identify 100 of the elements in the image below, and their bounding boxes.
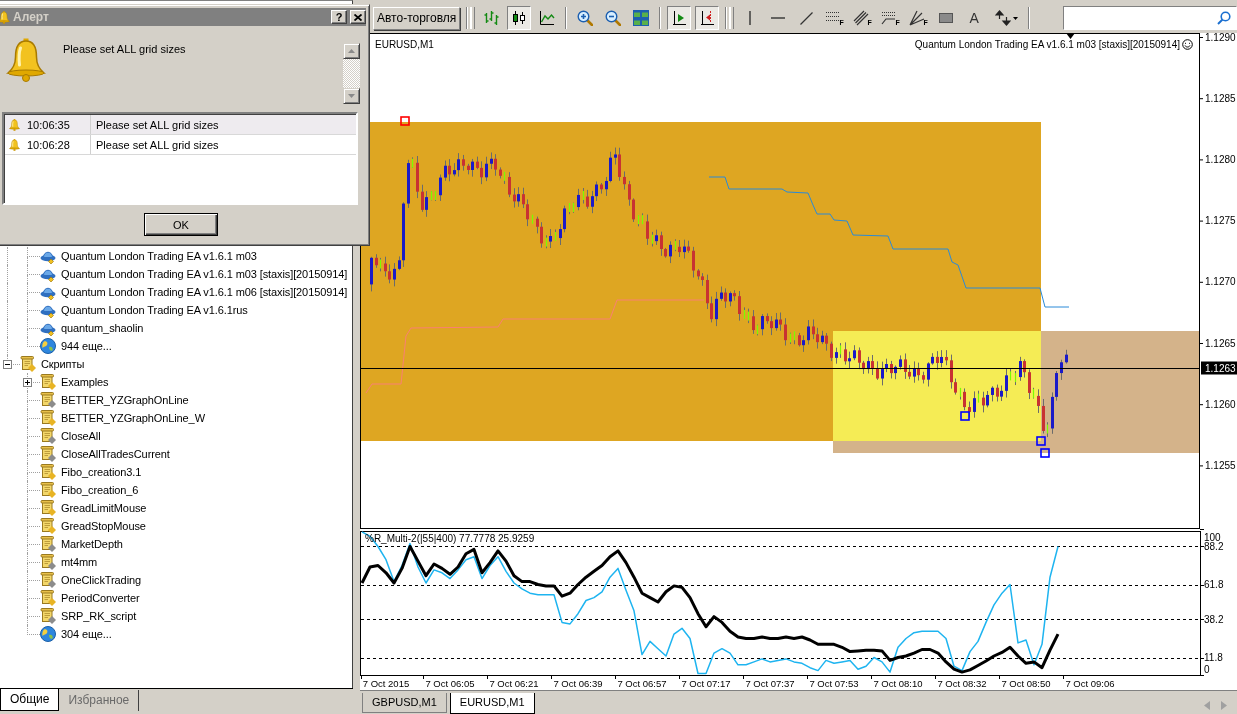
tree-item[interactable]: Fibo_creation_6 <box>61 484 139 496</box>
price-label: 1.1265 <box>1205 337 1236 349</box>
axis-label: 61.8 <box>1204 579 1224 591</box>
log-time: 10:06:28 <box>27 138 70 151</box>
tab[interactable]: Избранное <box>59 690 140 711</box>
tree-item[interactable]: Quantum London Trading EA v1.6.1rus <box>61 304 248 316</box>
tree-item[interactable]: mt4mm <box>61 556 98 568</box>
log-time: 10:06:35 <box>27 118 70 131</box>
close-icon <box>354 13 362 21</box>
axis-marker-icon <box>699 10 716 26</box>
search-icon <box>1217 11 1231 25</box>
line-chart-icon <box>539 10 556 26</box>
time-label: 7 Oct 07:37 <box>745 677 795 689</box>
toolbar-button[interactable] <box>695 6 720 30</box>
tree-item[interactable]: Quantum London Trading EA v1.6.1 m03 [staxis][20150914] <box>61 268 348 280</box>
tree-item[interactable]: PeriodConverter <box>61 592 140 604</box>
toolbar-button[interactable] <box>507 6 532 30</box>
scroll-down-button[interactable] <box>343 88 360 104</box>
tree-item[interactable]: 944 еще... <box>61 340 112 352</box>
play-arrow-icon <box>671 10 688 26</box>
ok-button[interactable]: OK <box>144 213 218 236</box>
alert-message: Please set ALL grid sizes <box>63 43 187 55</box>
log-message: Please set ALL grid sizes <box>95 137 220 153</box>
time-label: 7 Oct 06:39 <box>553 677 603 689</box>
rectangle-icon <box>939 13 954 23</box>
tab[interactable]: Общие <box>0 689 60 711</box>
log-row[interactable]: 10:06:28 Please set ALL grid sizes <box>5 135 356 155</box>
price-label: 1.1255 <box>1205 459 1236 471</box>
bell-icon <box>9 138 20 151</box>
log-message: Please set ALL grid sizes <box>95 117 220 133</box>
tree-item[interactable]: CloseAllTradesCurrent <box>61 448 170 460</box>
time-label: 7 Oct 07:53 <box>809 677 859 689</box>
search-field[interactable] <box>1063 6 1237 30</box>
minus-box-icon[interactable] <box>3 360 12 369</box>
tree-item[interactable]: MarketDepth <box>61 538 123 550</box>
down-triangle-icon <box>348 94 355 98</box>
tree-item[interactable]: SRP_RK_script <box>61 610 137 622</box>
tree-item[interactable]: GreadStopMouse <box>61 520 146 532</box>
close-button[interactable] <box>350 10 366 24</box>
tree-item[interactable]: Examples <box>61 376 109 388</box>
price-label: 1.1280 <box>1205 153 1236 165</box>
tree-item[interactable]: OneClickTrading <box>61 574 141 586</box>
help-button[interactable]: ? <box>331 10 347 24</box>
price-label: 1.1290 <box>1205 33 1236 43</box>
log-row[interactable]: 10:06:35 Please set ALL grid sizes <box>5 115 356 135</box>
price-label: 1.1275 <box>1205 215 1236 227</box>
time-label: 7 Oct 06:05 <box>425 677 475 689</box>
zoom-in-icon <box>577 10 594 26</box>
candlestick-icon <box>511 10 528 26</box>
tab[interactable]: GBPUSD,M1 <box>362 693 447 713</box>
bell-icon <box>0 10 10 24</box>
bell-icon <box>6 38 46 82</box>
price-label: 1.1285 <box>1205 92 1236 104</box>
arrows-icon <box>994 10 1011 26</box>
axis-label: 0 <box>1204 663 1210 675</box>
time-label: 7 Oct 06:57 <box>617 677 667 689</box>
caret-icon <box>1012 16 1018 20</box>
tab[interactable]: EURUSD,M1 <box>449 693 535 714</box>
time-label: 7 Oct 06:21 <box>489 677 539 689</box>
fan-lines-icon <box>908 10 925 26</box>
bell-icon <box>9 118 20 131</box>
tree-item[interactable]: BETTER_YZGraphOnLine_W <box>61 412 205 424</box>
globe-icon <box>40 338 56 354</box>
auto-trading-button[interactable]: Авто-торговля <box>373 6 461 30</box>
time-label: 7 Oct 08:10 <box>873 677 923 689</box>
time-label: 7 Oct 07:17 <box>681 677 731 689</box>
price-label: 1.1260 <box>1205 398 1236 410</box>
globe-icon <box>40 626 56 642</box>
time-label: 7 Oct 08:50 <box>1001 677 1051 689</box>
scroll-up-button[interactable] <box>343 43 360 59</box>
parallel-lines-icon <box>852 10 869 26</box>
text-tool-button[interactable]: A <box>962 6 987 30</box>
windows-grid-icon <box>633 10 650 26</box>
tree-item[interactable]: Скрипты <box>41 358 85 370</box>
tree-item[interactable]: Fibo_creation3.1 <box>61 466 142 478</box>
time-label: 7 Oct 08:32 <box>937 677 987 689</box>
time-label: 7 Oct 2015 <box>362 677 410 689</box>
axis-label: 100 <box>1204 531 1221 543</box>
axis-label: 11.8 <box>1204 652 1223 664</box>
tree-item[interactable]: GreadLimitMouse <box>61 502 147 514</box>
vertical-line-icon <box>749 11 752 25</box>
tree-item[interactable]: BETTER_YZGraphOnLine <box>61 394 189 406</box>
axis-label: 88.2 <box>1204 540 1224 552</box>
zoom-out-icon <box>605 10 622 26</box>
tree-item[interactable]: quantum_shaolin <box>61 322 144 334</box>
toolbar-button[interactable] <box>667 6 692 30</box>
axis-label: 38.2 <box>1204 613 1224 625</box>
up-triangle-icon <box>348 49 355 53</box>
bar-chart-icon <box>483 10 500 26</box>
horizontal-line-icon <box>771 17 786 19</box>
tree-item[interactable]: CloseAll <box>61 430 101 442</box>
tree-item[interactable]: Quantum London Trading EA v1.6.1 m03 <box>61 250 257 262</box>
diagonal-line-icon <box>799 11 813 25</box>
current-price-label: 1.1263 <box>1201 361 1237 375</box>
tree-item[interactable]: 304 еще... <box>61 628 112 640</box>
price-label: 1.1270 <box>1205 276 1236 288</box>
dialog-title: Алерт <box>13 10 50 24</box>
plus-box-icon[interactable] <box>23 378 32 387</box>
dotted-lines-slope-icon <box>880 10 897 26</box>
tree-item[interactable]: Quantum London Trading EA v1.6.1 m06 [staxis][20150914] <box>61 286 348 298</box>
